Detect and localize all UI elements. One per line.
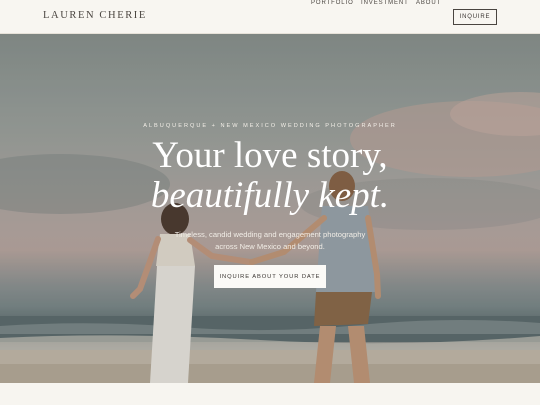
inquire-button[interactable]: INQUIRE (453, 9, 497, 25)
nav-link-investment[interactable]: INVESTMENT (361, 0, 409, 6)
brand-logo[interactable]: LAUREN CHERIE (43, 10, 147, 21)
hero-subtitle-line1: Timeless, candid wedding and engagement … (174, 230, 366, 239)
hero-eyebrow: ALBUQUERQUE + NEW MEXICO WEDDING PHOTOGR… (143, 123, 397, 129)
top-nav: LAUREN CHERIE PORTFOLIO INVESTMENT ABOUT… (0, 0, 540, 34)
hero-section: ALBUQUERQUE + NEW MEXICO WEDDING PHOTOGR… (0, 34, 540, 383)
hero-subtitle: Timeless, candid wedding and engagement … (0, 229, 540, 253)
page-background-strip (0, 383, 540, 405)
hero-headline-line1: Your love story, (152, 135, 388, 176)
nav-link-portfolio[interactable]: PORTFOLIO (311, 0, 354, 6)
inquire-date-button[interactable]: INQUIRE ABOUT YOUR DATE (214, 265, 326, 288)
nav-link-about[interactable]: ABOUT (416, 0, 441, 6)
hero-headline-line2: beautifully kept. (150, 175, 390, 216)
hero-subtitle-line2: across New Mexico and beyond. (215, 242, 325, 251)
